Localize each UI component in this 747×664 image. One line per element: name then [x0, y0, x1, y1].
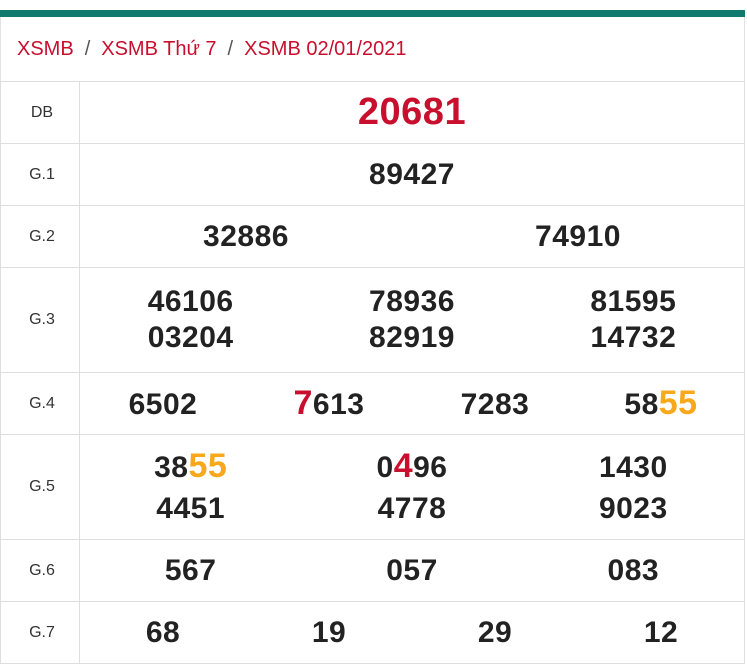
table-row: G.4 6502 7613 7283 5855	[0, 372, 745, 435]
lottery-result-panel: XSMB / XSMB Thứ 7 / XSMB 02/01/2021 DB 2…	[0, 10, 745, 664]
table-row: DB 20681	[0, 81, 745, 144]
prize-number: 19	[311, 615, 347, 649]
prize-number: 14732	[590, 321, 677, 354]
prize-number: 4451	[156, 492, 226, 525]
results-table: DB 20681 G.1 89427 G.2 32886 74910 G.3 4…	[0, 81, 745, 664]
prize-number: 7283	[460, 388, 530, 421]
prize-label: G.6	[0, 539, 80, 602]
prize-number: 46106	[147, 285, 234, 318]
prize-number: 68	[145, 615, 181, 649]
breadcrumb-item-weekday[interactable]: XSMB Thứ 7	[101, 38, 216, 61]
breadcrumb-item-date[interactable]: XSMB 02/01/2021	[244, 38, 406, 61]
prize-number: 29	[477, 615, 513, 649]
prize-number: 7613	[293, 384, 365, 422]
breadcrumb: XSMB / XSMB Thứ 7 / XSMB 02/01/2021	[0, 17, 745, 81]
prize-number: 3855	[154, 447, 228, 485]
prize-number: 03204	[147, 321, 234, 354]
prize-number: 81595	[590, 285, 677, 318]
prize-label: G.4	[0, 372, 80, 435]
prize-number: 567	[164, 553, 217, 587]
prize-label: G.1	[0, 143, 80, 206]
special-prize-number: 20681	[357, 91, 467, 133]
table-row: G.6 567 057 083	[0, 539, 745, 602]
prize-number: 82919	[369, 321, 455, 354]
prize-number: 5855	[624, 384, 698, 422]
prize-number: 1430	[598, 451, 668, 484]
breadcrumb-separator: /	[227, 37, 234, 60]
breadcrumb-separator: /	[84, 37, 91, 60]
prize-label: G.2	[0, 205, 80, 268]
table-row: G.5 3855 0496 1430 4451 4778 9023	[0, 434, 745, 540]
prize-label: G.7	[0, 601, 80, 664]
table-row: G.2 32886 74910	[0, 205, 745, 268]
prize-label: DB	[0, 81, 80, 144]
prize-number: 9023	[598, 492, 668, 525]
prize-label: G.3	[0, 267, 80, 373]
prize-number: 083	[607, 553, 660, 587]
prize-label: G.5	[0, 434, 80, 540]
prize-number: 4778	[377, 492, 447, 525]
prize-number: 32886	[203, 219, 289, 253]
prize-number: 78936	[369, 285, 455, 318]
prize-number: 057	[386, 553, 438, 587]
prize-number: 12	[643, 615, 679, 649]
prize-number: 89427	[369, 157, 455, 191]
breadcrumb-item-xsmb[interactable]: XSMB	[17, 38, 74, 61]
table-row: G.7 68 19 29 12	[0, 601, 745, 664]
table-row: G.1 89427	[0, 143, 745, 206]
prize-number: 74910	[535, 219, 621, 253]
accent-bar	[0, 10, 745, 17]
prize-number: 6502	[128, 388, 198, 421]
table-row: G.3 46106 78936 81595 03204 82919 14732	[0, 267, 745, 373]
prize-number: 0496	[376, 447, 448, 485]
